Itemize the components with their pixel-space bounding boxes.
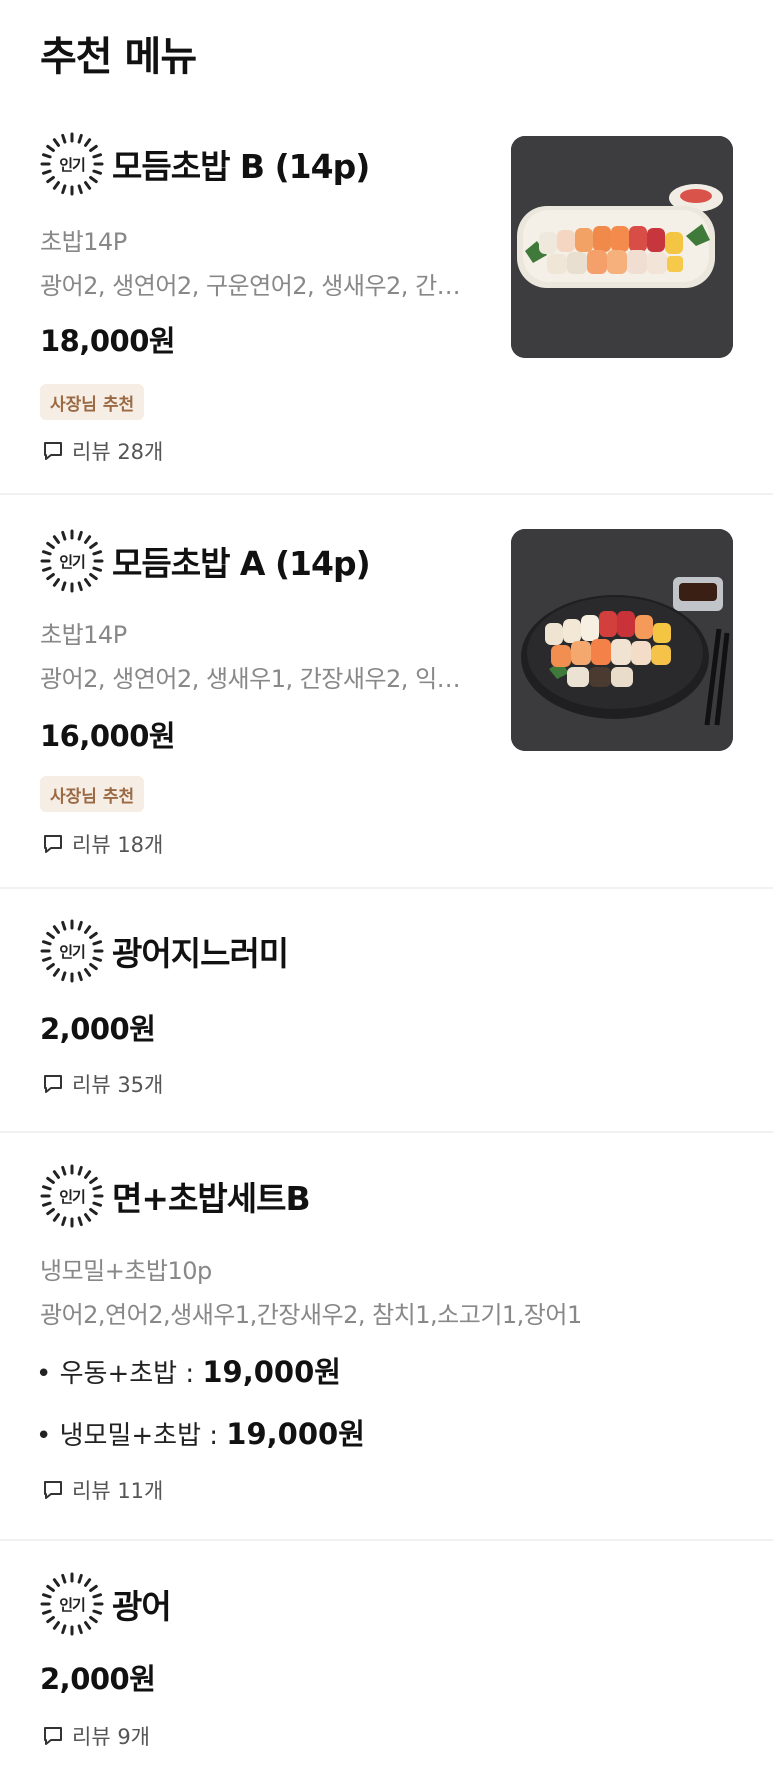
review-count-text: 리뷰 35개 xyxy=(72,1073,164,1097)
menu-item-price: 16,000원 xyxy=(40,719,176,753)
menu-item-photo[interactable] xyxy=(511,136,733,358)
option-price: 19,000원 xyxy=(202,1355,341,1389)
option-label: • 우동+초밥 : xyxy=(36,1359,203,1389)
popular-badge-icon: 인기 xyxy=(40,1572,104,1636)
menu-item-price: 2,000원 xyxy=(40,1012,156,1046)
review-bubble-icon xyxy=(44,835,62,853)
popular-badge-icon: 인기 xyxy=(40,529,104,593)
menu-item-price: 18,000원 xyxy=(40,324,176,358)
review-count[interactable]: 리뷰 18개 xyxy=(42,829,163,859)
review-bubble-icon xyxy=(44,1727,62,1745)
menu-item-subtitle: 초밥14P xyxy=(40,228,127,256)
menu-option-udon-sushi: • 우동+초밥 : 19,000원 xyxy=(36,1349,341,1391)
popular-badge-icon: 인기 xyxy=(40,132,104,196)
menu-item-gwangeo-fin[interactable]: 인기 광어지느러미 2,000원 리뷰 35개 xyxy=(0,889,773,1133)
review-bubble-icon xyxy=(44,1481,62,1499)
review-count[interactable]: 리뷰 11개 xyxy=(42,1475,163,1505)
review-count-text: 리뷰 11개 xyxy=(72,1479,164,1503)
review-count[interactable]: 리뷰 35개 xyxy=(42,1069,163,1099)
menu-item-description: 광어2, 생연어2, 생새우1, 간장새우2, 익… xyxy=(40,665,461,693)
review-bubble-icon xyxy=(44,442,62,460)
menu-item-moodeum-a[interactable]: 인기 모듬초밥 A (14p) 초밥14P 광어2, 생연어2, 생새우1, 간… xyxy=(0,495,773,889)
menu-item-description: 광어2,연어2,생새우1,간장새우2, 참치1,소고기1,장어1 xyxy=(40,1301,582,1329)
menu-item-gwangeo[interactable]: 인기 광어 2,000원 리뷰 9개 xyxy=(0,1541,773,1780)
review-count-text: 리뷰 28개 xyxy=(72,440,164,464)
menu-item-noodle-set-b[interactable]: 인기 면+초밥세트B 냉모밀+초밥10p 광어2,연어2,생새우1,간장새우2,… xyxy=(0,1133,773,1541)
menu-option-naengmomil-sushi: • 냉모밀+초밥 : 19,000원 xyxy=(36,1411,365,1453)
review-count-text: 리뷰 18개 xyxy=(72,833,164,857)
menu-item-name: 광어지느러미 xyxy=(112,934,289,973)
menu-item-price: 2,000원 xyxy=(40,1662,156,1696)
menu-item-description: 광어2, 생연어2, 구운연어2, 생새우2, 간… xyxy=(40,272,461,300)
menu-item-subtitle: 냉모밀+초밥10p xyxy=(40,1257,212,1285)
popular-badge-icon: 인기 xyxy=(40,919,104,983)
menu-item-name-row: 인기 광어 xyxy=(40,1572,172,1636)
menu-item-name-row: 인기 모듬초밥 A (14p) xyxy=(40,529,371,593)
popular-badge-icon: 인기 xyxy=(40,1164,104,1228)
review-count-text: 리뷰 9개 xyxy=(72,1725,150,1749)
owner-recommend-badge: 사장님 추천 xyxy=(40,384,145,420)
menu-item-name-row: 인기 모듬초밥 B (14p) xyxy=(40,132,370,196)
menu-item-moodeum-b[interactable]: 인기 모듬초밥 B (14p) 초밥14P 광어2, 생연어2, 구운연어2, … xyxy=(0,106,773,495)
section-title: 추천 메뉴 xyxy=(40,34,197,80)
menu-item-name: 면+초밥세트B xyxy=(112,1179,311,1218)
review-count[interactable]: 리뷰 9개 xyxy=(42,1721,150,1751)
menu-item-name: 광어 xyxy=(112,1587,172,1626)
menu-item-name: 모듬초밥 B (14p) xyxy=(112,147,370,186)
menu-item-name-row: 인기 광어지느러미 xyxy=(40,919,289,983)
recommended-menu-page: 추천 메뉴 인기 모듬초밥 B (14p) 초밥14P 광어2, 생연어2, 구… xyxy=(0,0,773,1780)
menu-item-photo[interactable] xyxy=(511,529,733,751)
option-label: • 냉모밀+초밥 : xyxy=(36,1421,227,1451)
menu-item-name: 모듬초밥 A (14p) xyxy=(112,544,371,583)
menu-item-subtitle: 초밥14P xyxy=(40,621,127,649)
menu-item-name-row: 인기 면+초밥세트B xyxy=(40,1164,311,1228)
owner-recommend-badge: 사장님 추천 xyxy=(40,776,145,812)
option-price: 19,000원 xyxy=(226,1417,365,1451)
review-bubble-icon xyxy=(44,1075,62,1093)
review-count[interactable]: 리뷰 28개 xyxy=(42,436,163,466)
